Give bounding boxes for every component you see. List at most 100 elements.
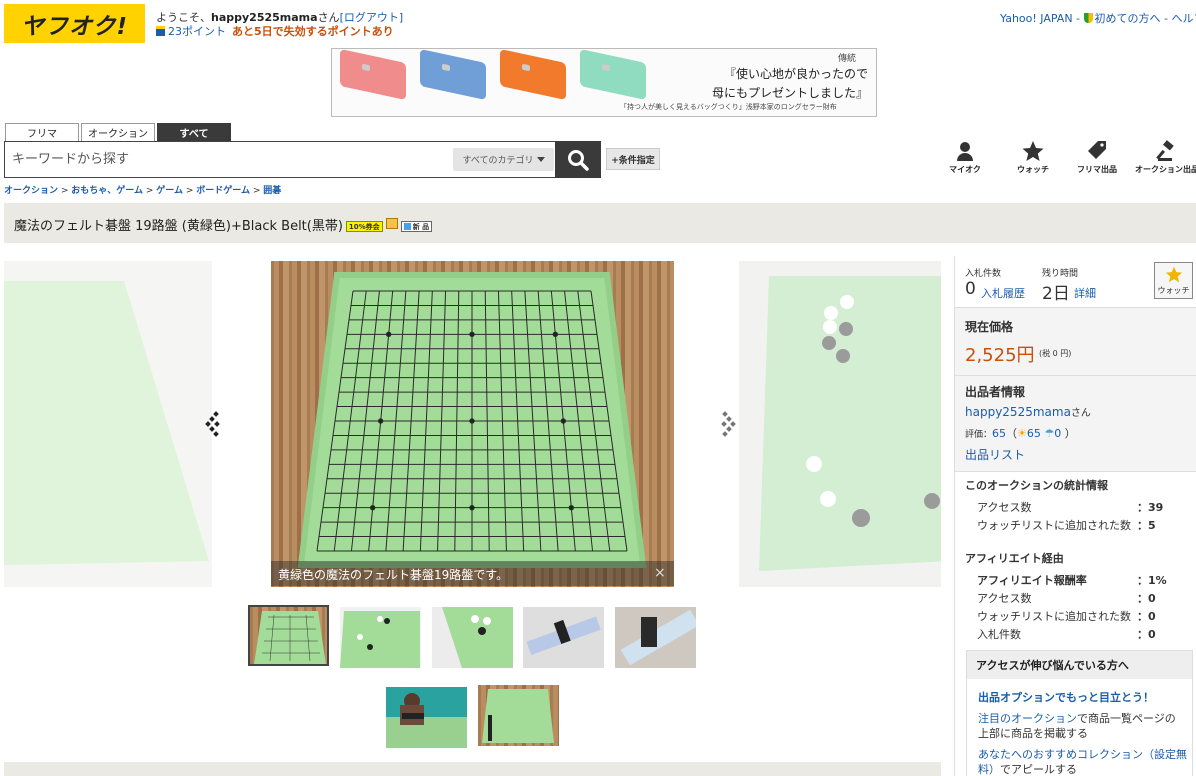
board-image xyxy=(297,272,647,568)
breadcrumb-item[interactable]: ゲーム xyxy=(156,186,183,196)
thumbnail[interactable] xyxy=(432,607,513,668)
promo-text-2-rest: でアピールする xyxy=(1000,763,1077,776)
main-image[interactable] xyxy=(271,261,674,587)
category-label: すべてのカテゴリ xyxy=(462,156,534,166)
banner-brand: 傳統 xyxy=(838,54,857,64)
banner-line1: 『使い心地が良かったので xyxy=(723,67,868,81)
breadcrumb-item[interactable]: 囲碁 xyxy=(263,186,281,196)
thumbnail[interactable] xyxy=(523,607,604,668)
time-left-label: 残り時間 xyxy=(1042,269,1079,279)
arrow-right-icon[interactable] xyxy=(720,410,736,440)
yahoo-japan-link[interactable]: Yahoo! JAPAN xyxy=(1000,12,1073,25)
stat-label: ウォッチリストに追加された数 xyxy=(977,610,1131,623)
item-title-bar: 魔法のフェルト碁盤 19路盤 (黄緑色)+Black Belt(黒帯) 10%券会… xyxy=(4,203,1196,243)
breadcrumb-item[interactable]: ボードゲーム xyxy=(196,186,250,196)
star-point xyxy=(385,331,392,338)
welcome-suffix: さん xyxy=(317,11,340,24)
stat-value: ：0 xyxy=(1137,592,1156,605)
thumbnail[interactable] xyxy=(248,605,329,666)
thumbnail[interactable] xyxy=(615,607,696,668)
stat-label: アクセス数 xyxy=(977,501,1032,514)
star-point xyxy=(560,418,567,424)
help-link[interactable]: ヘルプ xyxy=(1171,12,1196,25)
coupon-badge: 10%券会 xyxy=(345,221,383,232)
price-label: 現在価格 xyxy=(965,320,1014,334)
featured-auction-link[interactable]: 注目のオークション xyxy=(978,712,1077,725)
thumbnail[interactable] xyxy=(386,687,467,748)
stat-value: ：0 xyxy=(1137,628,1156,641)
time-left-value: 2日 xyxy=(1042,284,1070,304)
search-input[interactable] xyxy=(7,146,447,172)
stats-section: このオークションの統計情報 アクセス数 ：39 ウォッチリストに追加された数 ：… xyxy=(955,472,1196,546)
arrow-left-icon[interactable] xyxy=(205,410,221,440)
my-auction-button[interactable]: マイオク xyxy=(937,140,993,175)
ad-banner[interactable]: 傳統 『使い心地が良かったので 母にもプレゼントしました』 「持つ人が美しく見え… xyxy=(331,48,877,117)
flea-sell-button[interactable]: フリマ出品 xyxy=(1069,140,1125,175)
bid-summary: 入札件数 0 入札履歴 残り時間 2日 詳細 ウォッチ xyxy=(955,256,1196,308)
nav-label: フリマ出品 xyxy=(1077,165,1117,174)
banner-headline: 『使い心地が良かったので 母にもプレゼントしました』 xyxy=(632,65,868,103)
good-rating-link[interactable]: 65 xyxy=(1027,427,1041,440)
promo-text-1: 注目のオークションで商品一覧ページの上部に商品を掲載する xyxy=(978,711,1184,741)
stat-value: ：0 xyxy=(1137,610,1156,623)
seller-name-link[interactable]: happy2525mama xyxy=(965,405,1071,419)
first-time-link[interactable]: 初めての方へ xyxy=(1095,12,1161,25)
points-expiry[interactable]: あと5日で失効するポイントあり xyxy=(232,25,394,38)
price-tax: (税 0 円) xyxy=(1039,349,1072,358)
stat-value: ：39 xyxy=(1137,501,1164,514)
wallet-image xyxy=(500,49,566,101)
previous-image[interactable] xyxy=(4,261,212,587)
bid-count-value: 0 xyxy=(965,279,976,299)
welcome-message: ようこそ、happy2525mamaさん[ログアウト] xyxy=(156,10,403,25)
category-select[interactable]: すべてのカテゴリ xyxy=(453,148,554,171)
auction-sell-button[interactable]: オークション出品 xyxy=(1132,140,1196,175)
current-price: 2,525円 xyxy=(965,345,1035,366)
seller-name-row: happy2525mamaさん xyxy=(965,404,1091,419)
promo-headline[interactable]: 出品オプションでもっと目立とう！ xyxy=(978,689,1154,705)
username: happy2525mama xyxy=(211,11,318,24)
points-link[interactable]: 23ポイント xyxy=(168,25,226,38)
item-title-row: 魔法のフェルト碁盤 19路盤 (黄緑色)+Black Belt(黒帯) 10%券会… xyxy=(14,215,433,234)
time-detail-link[interactable]: 詳細 xyxy=(1074,285,1096,301)
board-image xyxy=(759,276,941,571)
search-button[interactable] xyxy=(555,141,601,178)
condition-button[interactable]: +条件指定 xyxy=(606,148,660,170)
tab-auction[interactable]: オークション xyxy=(81,123,155,141)
next-image[interactable] xyxy=(739,261,941,587)
star-point xyxy=(469,331,475,338)
nav-label: オークション出品 xyxy=(1135,165,1196,174)
breadcrumb-item[interactable]: おもちゃ、ゲーム xyxy=(71,186,143,196)
star-point xyxy=(469,504,475,511)
seller-list-link[interactable]: 出品リスト xyxy=(965,446,1025,463)
gavel-icon xyxy=(1156,140,1174,161)
seller-rating: 評価：65（☀65 ☂0 ） xyxy=(965,427,1076,440)
person-icon xyxy=(957,142,973,161)
promo-text-2: あなたへのおすすめコレクション（設定無料）でアピールする xyxy=(978,747,1188,776)
bad-rating-link[interactable]: 0 xyxy=(1054,427,1061,440)
breadcrumb: オークション > おもちゃ、ゲーム > ゲーム > ボードゲーム > 囲碁 xyxy=(4,186,282,196)
logout-link[interactable]: [ログアウト] xyxy=(340,11,404,24)
breadcrumb-item[interactable]: オークション xyxy=(4,186,58,196)
umbrella-icon: ☂ xyxy=(1044,427,1055,440)
seller-section: 出品者情報 happy2525mamaさん 評価：65（☀65 ☂0 ） 出品リ… xyxy=(955,376,1196,472)
star-icon xyxy=(1022,141,1044,161)
tab-all[interactable]: すべて xyxy=(157,123,231,141)
gift-icon xyxy=(156,26,165,36)
thumbnail[interactable] xyxy=(478,685,559,746)
close-icon[interactable]: × xyxy=(654,565,666,581)
yahuoku-logo[interactable]: ヤフオク! xyxy=(4,4,145,43)
seller-name-suffix: さん xyxy=(1070,408,1091,419)
wallet-image xyxy=(420,49,486,101)
chevron-down-icon xyxy=(536,157,545,162)
watch-button[interactable]: ウォッチ xyxy=(1154,262,1193,299)
affiliate-section: アフィリエイト経由 アフィリエイト報酬率 ：1% アクセス数 ：0 ウォッチリス… xyxy=(955,546,1196,646)
star-point xyxy=(369,504,376,511)
top-links: Yahoo! JAPAN - 初めての方へ - ヘルプ xyxy=(1000,10,1196,26)
section-divider xyxy=(4,762,941,776)
watch-list-button[interactable]: ウォッチ xyxy=(1005,140,1061,175)
tab-flea-market[interactable]: フリマ xyxy=(5,123,79,141)
rating-link[interactable]: 65 xyxy=(992,427,1006,440)
stat-label: アクセス数 xyxy=(977,592,1032,605)
thumbnail[interactable] xyxy=(340,607,421,668)
bid-history-link[interactable]: 入札履歴 xyxy=(981,285,1025,301)
